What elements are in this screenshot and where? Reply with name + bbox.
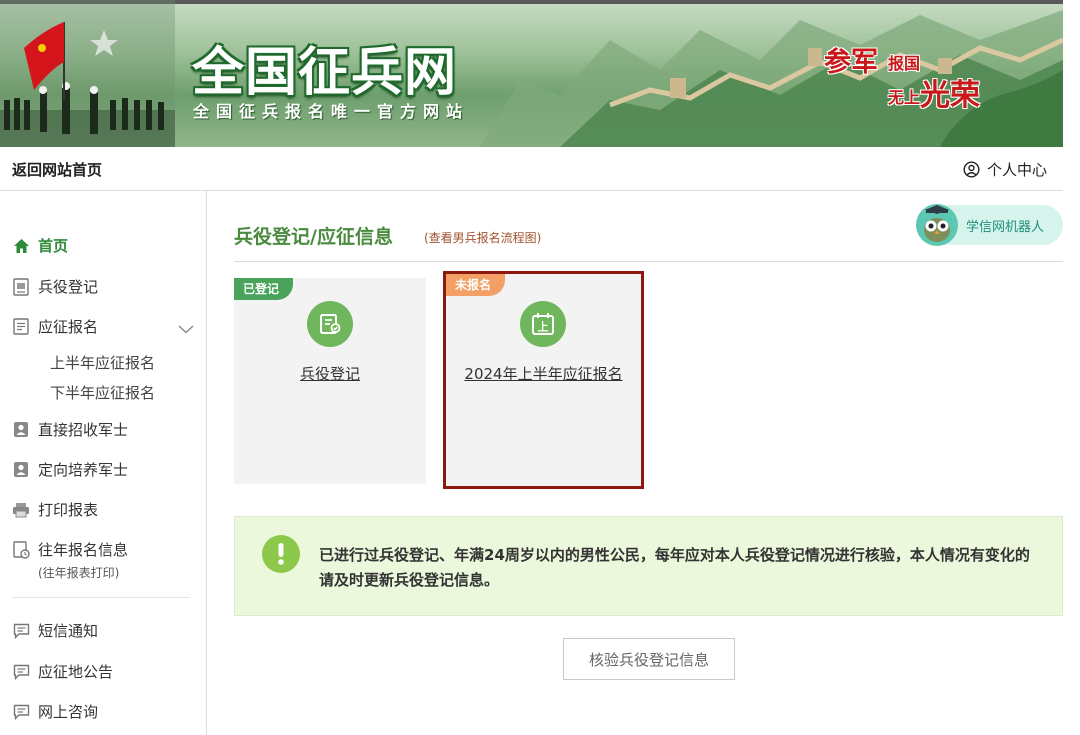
calendar-char: 上 bbox=[538, 320, 549, 334]
id-card-icon bbox=[12, 461, 30, 479]
sidebar-item-past-years[interactable]: 往年报名信息 bbox=[12, 539, 128, 560]
document-icon bbox=[12, 277, 30, 296]
site-banner: 全国征兵网 全国征兵报名唯一官方网站 参军 报国 无上 光荣 bbox=[0, 0, 1063, 147]
sidebar-divider bbox=[12, 597, 190, 598]
verification-notice: 已进行过兵役登记、年满24周岁以内的男性公民，每年应对本人兵役登记情况进行核验，… bbox=[234, 516, 1063, 616]
sidebar-item-home[interactable]: 首页 bbox=[12, 235, 68, 256]
user-icon bbox=[963, 161, 980, 178]
sidebar-item-label: 网上咨询 bbox=[38, 703, 99, 721]
verify-registration-button[interactable]: 核验兵役登记信息 bbox=[563, 638, 735, 680]
sidebar-item-enlistment[interactable]: 应征报名 bbox=[12, 316, 98, 337]
flow-chart-link[interactable]: (查看男兵报名流程图) bbox=[424, 229, 541, 246]
robot-label: 学信网机器人 bbox=[966, 219, 1045, 235]
slogan-part3: 无上 bbox=[888, 88, 921, 107]
message-icon bbox=[12, 663, 30, 681]
site-subtitle: 全国征兵报名唯一官方网站 bbox=[193, 102, 470, 121]
title-divider bbox=[234, 261, 1063, 262]
form-icon bbox=[12, 318, 30, 336]
sidebar-item-direct-recruit[interactable]: 直接招收军士 bbox=[12, 419, 128, 440]
top-nav: 返回网站首页 个人中心 bbox=[0, 147, 1063, 191]
owl-robot-icon bbox=[915, 203, 959, 247]
status-badge: 已登记 bbox=[234, 278, 294, 300]
status-badge: 未报名 bbox=[446, 274, 506, 296]
sidebar-item-label: 往年报名信息 bbox=[38, 541, 129, 559]
sidebar-item-label: 兵役登记 bbox=[38, 278, 99, 296]
sidebar-item-military-registration[interactable]: 兵役登记 bbox=[12, 276, 98, 297]
exclamation-icon bbox=[262, 535, 300, 573]
slogan-part2: 报国 bbox=[888, 54, 921, 73]
back-home-link[interactable]: 返回网站首页 bbox=[12, 159, 102, 180]
slogan-part1: 参军 bbox=[824, 47, 878, 78]
user-center-link[interactable]: 个人中心 bbox=[963, 159, 1047, 180]
enlistment-signup-card[interactable]: 未报名 上 2024年上半年应征报名 bbox=[443, 271, 644, 489]
sidebar-item-sms-notice[interactable]: 短信通知 bbox=[12, 620, 98, 641]
history-icon bbox=[12, 540, 30, 559]
id-card-icon bbox=[12, 421, 30, 439]
home-icon bbox=[12, 237, 30, 255]
sidebar: 首页 兵役登记 应征报名 上半年应征报名 下半年应征报名 直接招收军士 定向培养… bbox=[0, 191, 207, 735]
sidebar-item-label: 应征地公告 bbox=[38, 663, 114, 681]
sidebar-item-label: 短信通知 bbox=[38, 622, 99, 640]
sidebar-item-online-consult[interactable]: 网上咨询 bbox=[12, 701, 98, 722]
sidebar-item-label: 打印报表 bbox=[38, 501, 99, 519]
printer-icon bbox=[12, 501, 30, 519]
sidebar-item-directed-training[interactable]: 定向培养军士 bbox=[12, 459, 128, 480]
slogan-part4: 光荣 bbox=[920, 78, 980, 113]
sidebar-item-label: 应征报名 bbox=[38, 318, 99, 336]
submenu-item-second-half[interactable]: 下半年应征报名 bbox=[50, 382, 155, 403]
sidebar-item-local-announcement[interactable]: 应征地公告 bbox=[12, 661, 113, 682]
sidebar-item-label: 首页 bbox=[38, 237, 69, 255]
site-title: 全国征兵网 bbox=[192, 43, 458, 103]
sidebar-item-print-report[interactable]: 打印报表 bbox=[12, 499, 98, 520]
card-label: 兵役登记 bbox=[299, 365, 360, 383]
past-years-note: (往年报表打印) bbox=[38, 566, 120, 580]
calendar-icon: 上 bbox=[520, 301, 566, 347]
notice-text: 已进行过兵役登记、年满24周岁以内的男性公民，每年应对本人兵役登记情况进行核验，… bbox=[319, 546, 1030, 589]
user-center-label: 个人中心 bbox=[986, 161, 1047, 179]
military-registration-card[interactable]: 已登记 兵役登记 bbox=[234, 278, 426, 484]
message-icon bbox=[12, 703, 30, 721]
registration-icon bbox=[307, 301, 353, 347]
page-title: 兵役登记/应征信息 bbox=[234, 226, 393, 248]
submenu-item-first-half[interactable]: 上半年应征报名 bbox=[50, 352, 155, 373]
sidebar-item-label: 定向培养军士 bbox=[38, 461, 129, 479]
sidebar-item-label: 直接招收军士 bbox=[38, 421, 129, 439]
card-label: 2024年上半年应征报名 bbox=[464, 365, 623, 383]
chevron-down-icon[interactable] bbox=[178, 319, 194, 338]
message-icon bbox=[12, 622, 30, 640]
robot-assistant-button[interactable]: 学信网机器人 bbox=[915, 203, 1063, 247]
